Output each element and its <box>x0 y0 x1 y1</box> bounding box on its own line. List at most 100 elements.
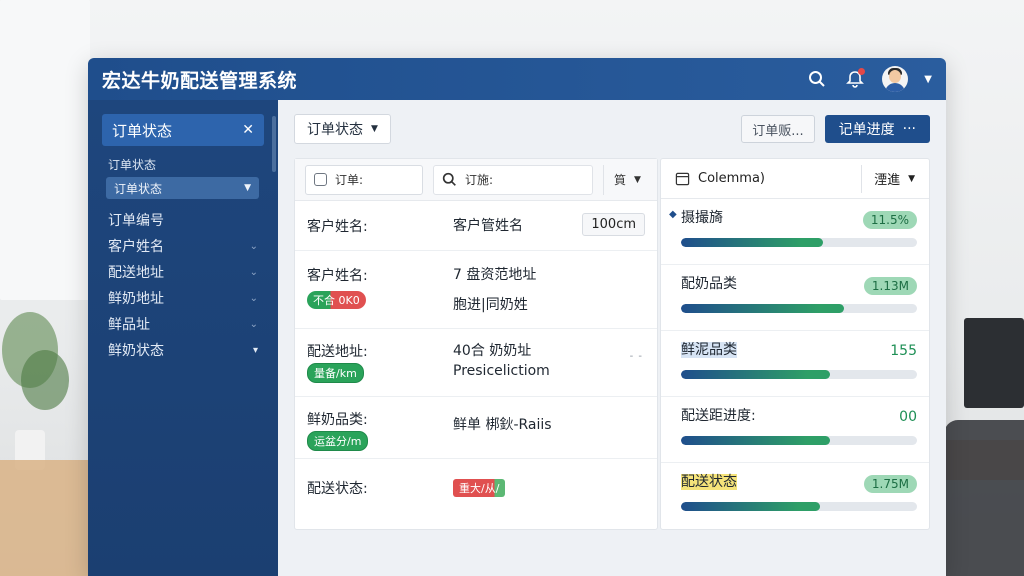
status-badge: 重大/从/ <box>453 479 506 497</box>
metric-value: 1.75M <box>863 475 917 493</box>
caret-down-icon: ▼ <box>371 124 378 134</box>
metric-item[interactable]: 配奶品类 1.13M <box>661 265 929 331</box>
order-progress-label: 记单进度 <box>838 122 895 138</box>
order-export-label: 订单贩... <box>752 123 804 139</box>
search-label: 订施: <box>465 173 494 187</box>
metric-value: 1.13M <box>863 277 917 295</box>
metric-item[interactable]: 鲜泥品类 155 <box>661 331 929 397</box>
main-content: 订单状态 ▼ 订单贩... 记单进度 ··· 订单: 订施: 筫 ▼ 客户姓名:… <box>278 100 946 576</box>
search-icon <box>442 172 456 186</box>
metric-value: 11.5% <box>862 211 917 229</box>
drag-handle-icon[interactable]: - - <box>630 351 643 362</box>
chevron-down-icon: ▼ <box>244 183 251 193</box>
table-row[interactable]: 客户姓名: 客户管姓名 100cm <box>295 201 657 251</box>
chevron-down-icon: ⌄ <box>249 266 258 278</box>
row-label: 配送地址: <box>307 344 368 360</box>
progress-fill <box>681 238 823 247</box>
row-value: 7 盘资范地址 <box>453 267 537 283</box>
pin-icon: ◆ <box>669 209 677 220</box>
close-icon[interactable]: ✕ <box>242 122 254 138</box>
table-row[interactable]: 客户姓名: 不合 0K0 7 盘资范地址 胞进|同奶姓 <box>295 251 657 329</box>
sidebar-item-label: 鲜品址 <box>108 317 150 333</box>
progress-fill <box>681 502 821 511</box>
status-dropdown[interactable]: 订单状态 ▼ <box>294 114 391 144</box>
metrics-dropdown-label: 湮進 <box>874 173 901 188</box>
row-value: 客户管姓名 <box>453 217 523 234</box>
metric-item[interactable]: 配送状态 1.75M <box>661 463 929 529</box>
sidebar-item-milk-status[interactable]: 鲜奶状态 ▾ <box>108 337 258 363</box>
bell-icon[interactable] <box>844 68 866 90</box>
order-export-button[interactable]: 订单贩... <box>741 115 815 143</box>
filter-dropdown[interactable]: 筫 ▼ <box>603 164 641 195</box>
status-badge: 量备/km <box>307 363 364 383</box>
filter-row: 订单: 订施: 筫 ▼ <box>295 159 657 201</box>
progress-track <box>681 502 917 511</box>
sidebar-item-product-address[interactable]: 鲜品址 ⌄ <box>108 311 258 337</box>
background-table <box>0 460 100 576</box>
metrics-dropdown[interactable]: 湮進 ▼ <box>861 164 915 193</box>
metric-item[interactable]: 配送距进度: 00 <box>661 397 929 463</box>
order-checkbox-field[interactable]: 订单: <box>305 164 423 195</box>
search-icon[interactable] <box>806 68 828 90</box>
row-number-box[interactable]: 100cm <box>582 213 645 236</box>
checkbox[interactable] <box>314 173 327 186</box>
sidebar-item-order-number[interactable]: 订单编号 <box>108 207 258 233</box>
row-value-secondary: Presicelictiom <box>453 363 550 379</box>
caret-down-icon: ▼ <box>634 174 641 185</box>
chevron-down-icon[interactable]: ▼ <box>924 74 932 85</box>
title-bar: 宏达牛奶配送管理系统 ▼ <box>88 58 946 100</box>
sidebar-header-label: 订单状态 <box>112 121 173 140</box>
chevron-down-icon: ⌄ <box>249 318 258 330</box>
row-label: 鲜奶品类: <box>307 412 368 428</box>
status-badge: 不合 0K0 <box>307 291 366 309</box>
progress-track <box>681 238 917 247</box>
background-monitor <box>964 318 1024 408</box>
sidebar-item-milk-address[interactable]: 鲜奶地址 ⌄ <box>108 285 258 311</box>
metric-title: 鲜泥品类 <box>681 342 737 358</box>
metric-item[interactable]: ◆ 摄撮旖 11.5% <box>661 199 929 265</box>
sidebar-item-label: 鲜奶地址 <box>108 291 164 307</box>
sidebar-item-label: 客户姓名 <box>108 239 164 255</box>
metric-value: 155 <box>890 343 917 359</box>
row-label: 配送状态: <box>307 481 368 497</box>
chevron-down-icon: ⌄ <box>249 240 258 252</box>
row-value-secondary: 胞进|同奶姓 <box>453 297 528 313</box>
app-window: 宏达牛奶配送管理系统 ▼ 订单状态 ✕ 订单状态 订单状态 ▼ 订单编号 客户姓… <box>88 58 946 576</box>
search-input[interactable]: 订施: <box>433 164 593 195</box>
sidebar-scrollbar[interactable] <box>272 116 276 172</box>
sidebar-select-value: 订单状态 <box>114 181 163 196</box>
sidebar: 订单状态 ✕ 订单状态 订单状态 ▼ 订单编号 客户姓名 ⌄ 配送地址 ⌄ 鲜奶地址… <box>88 100 278 576</box>
calendar-icon <box>675 172 690 186</box>
row-label: 客户姓名: <box>307 218 368 235</box>
avatar[interactable] <box>882 66 909 92</box>
row-value: 40合 奶奶址 <box>453 343 532 359</box>
metric-value: 00 <box>899 409 917 425</box>
progress-fill <box>681 436 830 445</box>
table-row[interactable]: 配送状态: 重大/从/ <box>295 459 657 517</box>
metric-title: 配送距进度: <box>681 408 756 424</box>
more-icon: ··· <box>902 121 916 137</box>
row-value: 鲜单 梆鈥-Raiis <box>453 417 552 433</box>
chevron-down-icon: ▾ <box>252 344 258 356</box>
status-dropdown-label: 订单状态 <box>307 122 363 138</box>
sidebar-item-customer-name[interactable]: 客户姓名 ⌄ <box>108 233 258 259</box>
sidebar-item-label: 配送地址 <box>108 265 164 281</box>
sidebar-header[interactable]: 订单状态 ✕ <box>102 114 264 146</box>
metrics-header-label: Colemma) <box>698 171 766 186</box>
metric-title: 摄撮旖 <box>681 210 723 226</box>
order-progress-button[interactable]: 记单进度 ··· <box>824 115 930 143</box>
row-label: 客户姓名: <box>307 268 368 284</box>
checkbox-label: 订单: <box>335 173 364 187</box>
progress-fill <box>681 370 830 379</box>
sidebar-status-select[interactable]: 订单状态 ▼ <box>106 177 259 199</box>
progress-track <box>681 370 917 379</box>
metrics-panel: Colemma) 湮進 ▼ ◆ 摄撮旖 11.5% 配奶品类 1.13M 鲜泥品… <box>660 158 930 530</box>
table-row[interactable]: 配送地址: 量备/km 40合 奶奶址 Presicelictiom - - <box>295 329 657 397</box>
order-details-panel: 订单: 订施: 筫 ▼ 客户姓名: 客户管姓名 100cm 客户姓名: 不合 0… <box>294 158 658 530</box>
background-window <box>0 0 90 300</box>
sidebar-item-delivery-address[interactable]: 配送地址 ⌄ <box>108 259 258 285</box>
metrics-header: Colemma) 湮進 ▼ <box>661 159 929 199</box>
sidebar-item-label: 鲜奶状态 <box>108 343 164 359</box>
chevron-down-icon: ⌄ <box>249 292 258 304</box>
table-row[interactable]: 鲜奶品类: 运盆分/m 鲜单 梆鈥-Raiis <box>295 397 657 459</box>
